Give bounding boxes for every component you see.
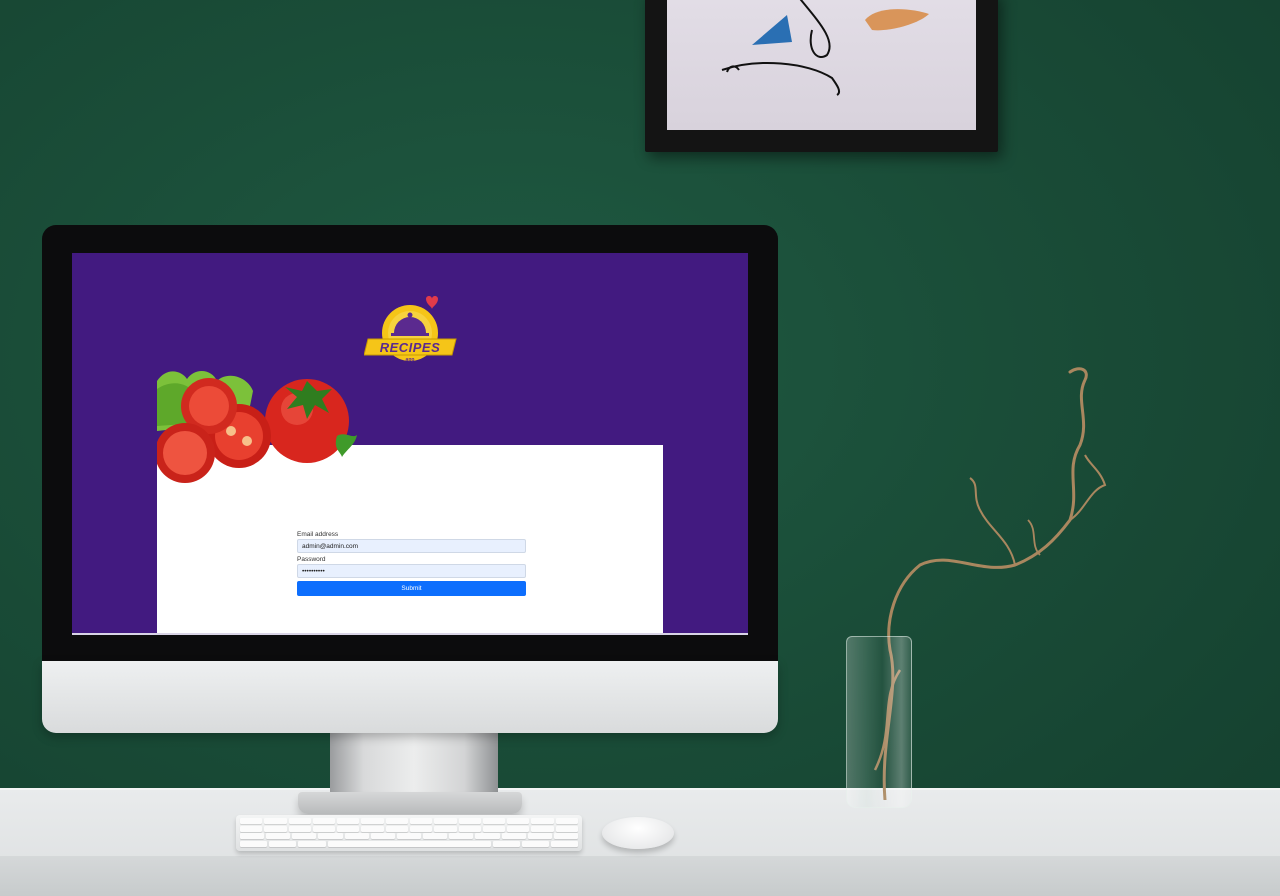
vegetables-illustration (155, 361, 367, 501)
password-field[interactable] (297, 564, 526, 578)
mouse (602, 817, 674, 849)
monitor-chin (42, 661, 778, 733)
screen-bottom-border (72, 633, 748, 635)
recipes-app-logo: RECIPES app (363, 295, 460, 373)
login-screen: RECIPES app Email address admin@admin.co… (72, 253, 748, 635)
monitor-stand (330, 730, 498, 800)
password-label: Password (297, 556, 326, 563)
login-form: Email address Password Submit (297, 531, 526, 596)
abstract-artwork (667, 0, 976, 130)
email-field[interactable] (297, 539, 526, 553)
desk-edge (0, 856, 1280, 896)
wall-picture-frame (645, 0, 998, 152)
monitor: RECIPES app Email address admin@admin.co… (42, 225, 778, 733)
submit-button[interactable]: Submit (297, 581, 526, 596)
monitor-stand-base (298, 792, 522, 814)
keyboard (236, 815, 582, 851)
logo-subtext: app (405, 357, 415, 363)
heart-icon (426, 296, 438, 309)
logo-text: RECIPES (379, 340, 441, 355)
glass-vase (846, 636, 912, 808)
email-label: Email address (297, 531, 339, 538)
